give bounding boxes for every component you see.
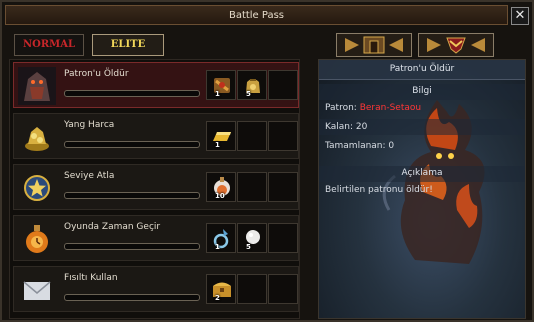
window-title: Battle Pass: [228, 10, 285, 21]
quest-progress-bar: [64, 141, 200, 148]
reward-quantity: 2: [215, 294, 220, 302]
remaining-row: Kalan: 20: [325, 122, 367, 132]
boss-icon: [18, 67, 56, 105]
tab-normal[interactable]: NORMAL: [14, 34, 84, 56]
clock-jar-icon: [18, 220, 56, 258]
quest-row[interactable]: Seviye Atla 10: [13, 164, 299, 210]
reward-quantity: 1: [215, 90, 220, 98]
reward-slot-empty[interactable]: [268, 223, 298, 253]
description-text: Belirtilen patronu öldür!: [325, 185, 433, 195]
boss-label: Patron:: [325, 103, 357, 113]
gold-bar-icon: [213, 132, 231, 141]
quest-row[interactable]: Fısıltı Kullan 2: [13, 266, 299, 312]
quest-progress-bar: [64, 294, 200, 301]
ring-icon: [213, 229, 229, 249]
quest-name: Oyunda Zaman Geçir: [64, 222, 161, 232]
reward-slot-empty[interactable]: [237, 172, 267, 202]
quest-name: Patron'u Öldür: [64, 69, 129, 79]
reward-slot-empty[interactable]: [268, 121, 298, 151]
quest-row[interactable]: Oyunda Zaman Geçir 1 5: [13, 215, 299, 261]
boss-row: Patron: Beran-Setaou: [325, 103, 421, 113]
reward-quantity: 1: [215, 141, 220, 149]
quest-list: Patron'u Öldür 1 5 Yang Harca 1 Seviye A…: [9, 59, 300, 319]
quest-row[interactable]: Patron'u Öldür 1 5: [13, 62, 299, 108]
quest-name: Yang Harca: [64, 120, 115, 130]
envelope-icon: [18, 271, 56, 309]
info-heading: Bilgi: [412, 86, 432, 96]
reward-slot-empty[interactable]: [268, 70, 298, 100]
completed-label: Tamamlanan:: [325, 141, 386, 151]
chest-icon: [213, 282, 231, 297]
remaining-label: Kalan:: [325, 122, 354, 132]
gold-pouch-icon: [246, 79, 260, 93]
reward-slot-empty[interactable]: [268, 274, 298, 304]
close-button[interactable]: ✕: [511, 7, 529, 25]
detail-tab-treasure[interactable]: [336, 33, 412, 57]
detail-tab-ranking[interactable]: [418, 33, 494, 57]
reward-quantity: 1: [215, 243, 220, 251]
remaining-value: 20: [355, 122, 368, 132]
reward-slot[interactable]: 5: [237, 70, 267, 100]
gold-coins-icon: [18, 118, 56, 156]
quest-row[interactable]: Yang Harca 1: [13, 113, 299, 159]
quest-name: Seviye Atla: [64, 171, 115, 181]
reward-quantity: 5: [246, 90, 251, 98]
reward-slot[interactable]: 1: [206, 121, 236, 151]
detail-title: Patron'u Öldür: [319, 60, 525, 80]
reward-quantity: 5: [246, 243, 251, 251]
reward-slot[interactable]: 5: [237, 223, 267, 253]
completed-row: Tamamlanan: 0: [325, 141, 394, 151]
quest-detail-panel: Patron'u Öldür Bilgi Patron: Beran-Setao…: [318, 59, 526, 319]
reward-slot[interactable]: 1: [206, 70, 236, 100]
reward-slot[interactable]: 10: [206, 172, 236, 202]
quest-progress-bar: [64, 192, 200, 199]
battle-pass-window: Battle Pass ✕ NORMAL ELITE Patron'u Öldü…: [0, 0, 534, 322]
reward-slot-empty[interactable]: [268, 172, 298, 202]
title-bar[interactable]: Battle Pass: [5, 5, 508, 25]
treasure-gate-icon: [345, 36, 403, 54]
reward-slot[interactable]: 1: [206, 223, 236, 253]
reward-slot-empty[interactable]: [237, 274, 267, 304]
completed-value: 0: [388, 141, 395, 151]
pearl-icon: [246, 230, 260, 244]
reward-slot[interactable]: 2: [206, 274, 236, 304]
description-heading: Açıklama: [401, 168, 443, 178]
boss-name: Beran-Setaou: [359, 103, 422, 113]
ranking-emblem-icon: [427, 37, 485, 54]
reward-quantity: 10: [215, 192, 225, 200]
quest-name: Fısıltı Kullan: [64, 273, 118, 283]
quest-progress-bar: [64, 90, 200, 97]
tab-elite[interactable]: ELITE: [92, 34, 164, 56]
scroll-bundle-icon: [214, 78, 230, 93]
level-up-icon: [18, 169, 56, 207]
quest-progress-bar: [64, 243, 200, 250]
reward-slot-empty[interactable]: [237, 121, 267, 151]
